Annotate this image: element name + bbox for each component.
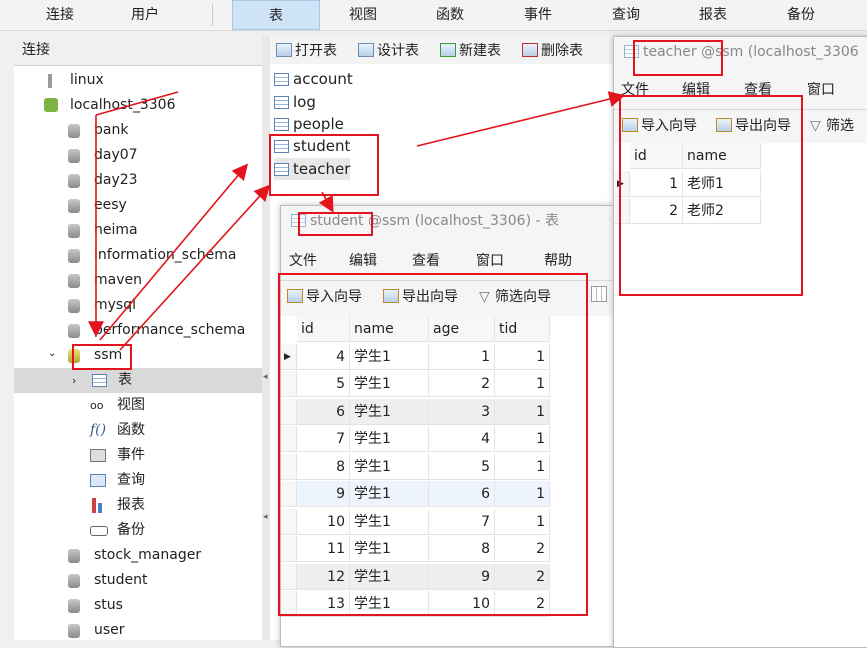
- arrow-line: [95, 91, 179, 116]
- arrow-to-student: [318, 191, 334, 213]
- arrow-to-tables: [99, 163, 249, 341]
- annotation-arrows: [88, 91, 626, 351]
- arrow-to-tables: [119, 184, 271, 351]
- arrow-to-teacher: [416, 91, 626, 147]
